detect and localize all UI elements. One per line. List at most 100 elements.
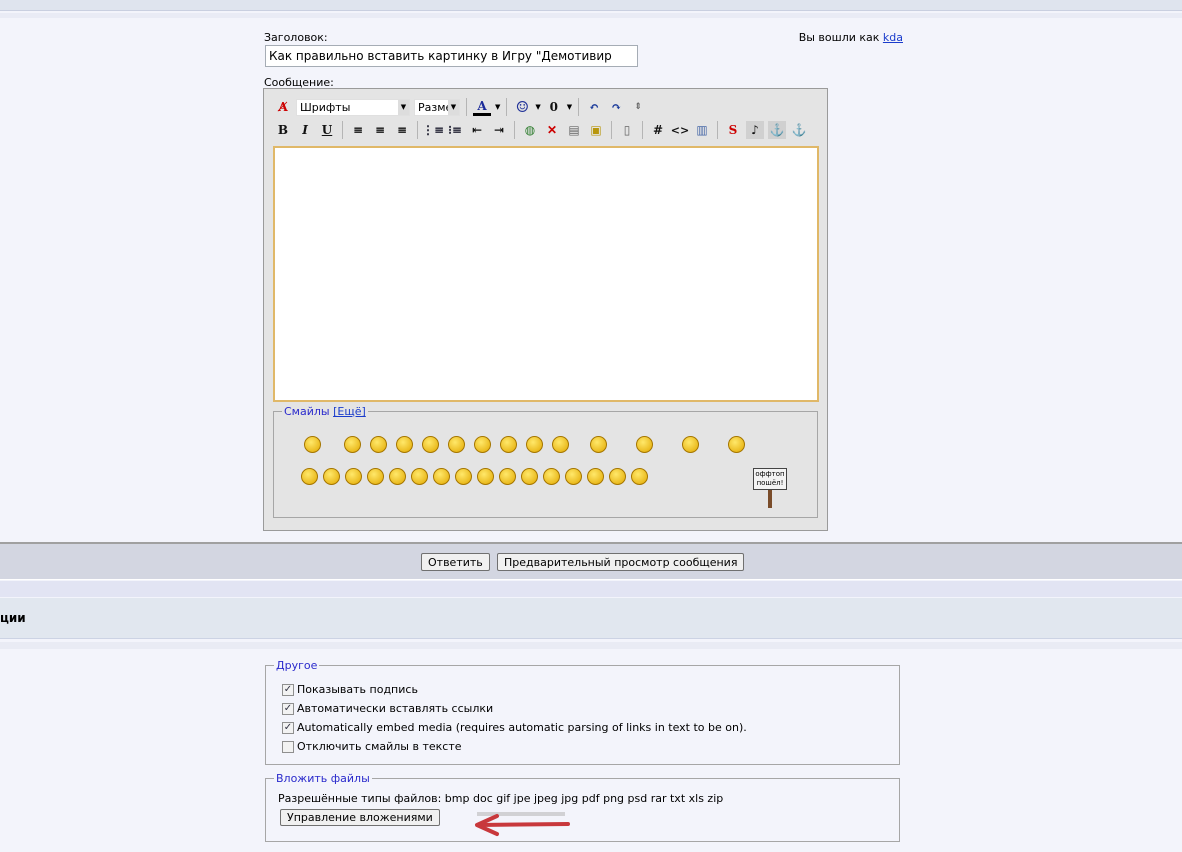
subject-input[interactable] bbox=[265, 45, 638, 67]
smiley-icon[interactable] bbox=[590, 436, 607, 453]
reply-button[interactable]: Ответить bbox=[421, 553, 490, 571]
smiley-icon[interactable] bbox=[587, 468, 604, 485]
smiley-icon[interactable] bbox=[500, 436, 517, 453]
code-button[interactable]: <> bbox=[671, 121, 689, 139]
separator bbox=[514, 121, 515, 139]
smiley-icon[interactable] bbox=[411, 468, 428, 485]
more-smiles-link[interactable]: [Ещё] bbox=[333, 405, 366, 418]
insert-image-icon[interactable]: ▣ bbox=[587, 121, 605, 139]
separator bbox=[506, 98, 508, 116]
unordered-list-icon[interactable]: ⁝≡ bbox=[446, 121, 464, 139]
smiley-icon[interactable] bbox=[422, 436, 439, 453]
checkbox[interactable] bbox=[282, 740, 294, 753]
undo-icon[interactable]: ↶ bbox=[585, 98, 603, 116]
manage-attachments-button[interactable]: Управление вложениями bbox=[280, 809, 440, 826]
smiley-icon[interactable] bbox=[728, 436, 745, 453]
resize-icon[interactable]: ⇕ bbox=[629, 98, 647, 116]
checkbox[interactable]: ✓ bbox=[282, 721, 294, 734]
separator bbox=[578, 98, 580, 116]
chevron-down-icon[interactable]: ▼ bbox=[567, 103, 572, 111]
smiley-icon[interactable] bbox=[455, 468, 472, 485]
smiley-icon[interactable] bbox=[370, 436, 387, 453]
checkbox[interactable]: ✓ bbox=[282, 683, 294, 696]
hash-button[interactable]: # bbox=[649, 121, 667, 139]
smiley-icon[interactable] bbox=[323, 468, 340, 485]
spoiler-icon[interactable]: S bbox=[724, 121, 742, 139]
chevron-down-icon[interactable]: ▼ bbox=[535, 103, 540, 111]
smiles-legend-text: Смайлы bbox=[284, 405, 330, 418]
smiley-icon[interactable] bbox=[543, 468, 560, 485]
option-label: Отключить смайлы в тексте bbox=[297, 740, 462, 753]
smiley-icon[interactable] bbox=[477, 468, 494, 485]
italic-button[interactable]: I bbox=[296, 121, 314, 139]
option-checkbox-row[interactable]: Отключить смайлы в тексте bbox=[282, 737, 899, 756]
smiley-icon[interactable] bbox=[396, 436, 413, 453]
message-textarea[interactable] bbox=[273, 146, 819, 402]
smiley-icon[interactable] bbox=[433, 468, 450, 485]
option-checkbox-row[interactable]: ✓ Automatically embed media (requires aut… bbox=[282, 718, 899, 737]
smiley-icon[interactable] bbox=[526, 436, 543, 453]
smiley-icon[interactable]: ☺ bbox=[513, 98, 531, 116]
preview-button[interactable]: Предварительный просмотр сообщения bbox=[497, 553, 745, 571]
chevron-down-icon[interactable]: ▼ bbox=[495, 103, 500, 111]
smiley-icon[interactable] bbox=[636, 436, 653, 453]
align-center-icon[interactable]: ≡ bbox=[371, 121, 389, 139]
smiley-icon[interactable] bbox=[521, 468, 538, 485]
anchor-icon[interactable]: ⚓ bbox=[790, 121, 808, 139]
attachment-icon[interactable]: 0 bbox=[545, 98, 563, 116]
annotation-arrow-icon bbox=[475, 812, 570, 836]
redo-icon[interactable]: ↷ bbox=[607, 98, 625, 116]
submit-bar: Ответить Предварительный просмотр сообще… bbox=[0, 542, 1182, 580]
quote-icon[interactable]: ▯ bbox=[618, 121, 636, 139]
underline-button[interactable]: U bbox=[318, 121, 336, 139]
anchor-link-icon[interactable]: ⚓ bbox=[768, 121, 786, 139]
smiley-icon[interactable] bbox=[344, 436, 361, 453]
smiley-icon[interactable] bbox=[301, 468, 318, 485]
smiley-icon[interactable] bbox=[552, 436, 569, 453]
smiles-panel: Смайлы [Ещё] оффтоп пошёл! bbox=[273, 405, 818, 518]
separator bbox=[417, 121, 418, 139]
align-left-icon[interactable]: ≡ bbox=[349, 121, 367, 139]
smiley-icon[interactable] bbox=[565, 468, 582, 485]
smiley-icon[interactable] bbox=[499, 468, 516, 485]
smiley-icon[interactable] bbox=[367, 468, 384, 485]
option-checkbox-row[interactable]: ✓ Автоматически вставлять ссылки bbox=[282, 699, 899, 718]
smiley-icon[interactable] bbox=[682, 436, 699, 453]
bold-button[interactable]: B bbox=[274, 121, 292, 139]
font-select[interactable]: Шрифты ▼ bbox=[296, 98, 410, 116]
chevron-down-icon: ▼ bbox=[448, 99, 459, 115]
smiley-icon[interactable] bbox=[345, 468, 362, 485]
smiles-legend: Смайлы [Ещё] bbox=[282, 405, 368, 418]
php-icon[interactable]: ▥ bbox=[693, 121, 711, 139]
insert-link-icon[interactable]: ◍ bbox=[521, 121, 539, 139]
smiley-icon[interactable] bbox=[474, 436, 491, 453]
smiley-icon[interactable] bbox=[304, 436, 321, 453]
smiley-icon[interactable] bbox=[448, 436, 465, 453]
option-label: Automatically embed media (requires auto… bbox=[297, 721, 747, 734]
text-color-icon[interactable]: A bbox=[473, 98, 491, 116]
option-label: Автоматически вставлять ссылки bbox=[297, 702, 494, 715]
login-status: Вы вошли как kda bbox=[799, 31, 903, 44]
username-link[interactable]: kda bbox=[883, 31, 903, 44]
align-right-icon[interactable]: ≡ bbox=[393, 121, 411, 139]
smiley-icon[interactable] bbox=[631, 468, 648, 485]
indent-icon[interactable]: ⇥ bbox=[490, 121, 508, 139]
remove-link-icon[interactable]: ✕ bbox=[543, 121, 561, 139]
font-select-value: Шрифты bbox=[300, 100, 351, 114]
smiley-icon[interactable] bbox=[609, 468, 626, 485]
insert-file-icon[interactable]: ▤ bbox=[565, 121, 583, 139]
checkbox[interactable]: ✓ bbox=[282, 702, 294, 715]
ordered-list-icon[interactable]: ⋮≡ bbox=[422, 121, 444, 139]
logged-in-text: Вы вошли как bbox=[798, 31, 880, 44]
offtopic-sign-smiley[interactable]: оффтоп пошёл! bbox=[753, 468, 787, 508]
sign-line2: пошёл! bbox=[756, 479, 784, 487]
option-checkbox-row[interactable]: ✓ Показывать подпись bbox=[282, 680, 899, 699]
smiley-icon[interactable] bbox=[389, 468, 406, 485]
outdent-icon[interactable]: ⇤ bbox=[468, 121, 486, 139]
allowed-types-text: Разрешённые типы файлов: bmp doc gif jpe… bbox=[278, 792, 724, 805]
attach-files: Вложить файлы Разрешённые типы файлов: b… bbox=[265, 772, 900, 842]
size-select[interactable]: Разме ▼ bbox=[414, 98, 460, 116]
remove-format-icon[interactable]: A̸ bbox=[274, 98, 292, 116]
music-icon[interactable]: ♪ bbox=[746, 121, 764, 139]
divider-band bbox=[0, 642, 1182, 649]
